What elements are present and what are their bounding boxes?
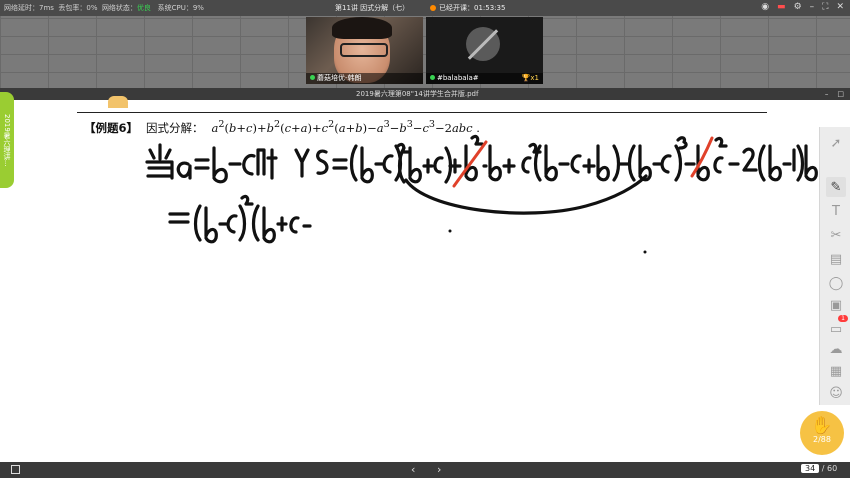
text-icon[interactable]: T bbox=[826, 201, 846, 221]
hand-icon: ✋ bbox=[811, 416, 833, 436]
image-icon[interactable]: ▣ bbox=[826, 295, 846, 315]
pen-icon[interactable]: ✎ bbox=[826, 177, 846, 197]
scissors-icon[interactable]: ✂ bbox=[826, 225, 846, 245]
prev-page-icon[interactable]: ‹ bbox=[411, 463, 415, 476]
raise-hand-button[interactable]: ✋ 2/88 bbox=[800, 411, 844, 455]
shape-icon[interactable]: ◯ bbox=[826, 273, 846, 293]
right-toolbar: ➚ ✎ T ✂ ▤ ◯ ▣ ▭ 1 ☁ ▦ ☺ bbox=[819, 127, 850, 405]
cloud-icon[interactable]: ☁ bbox=[826, 339, 846, 359]
handwriting-canvas bbox=[145, 134, 818, 254]
current-page-input[interactable]: 34 bbox=[801, 464, 820, 473]
next-page-icon[interactable]: › bbox=[437, 463, 441, 476]
total-pages: / 60 bbox=[821, 464, 838, 473]
chat-badge: 1 bbox=[838, 315, 848, 322]
pointer-icon[interactable]: ➚ bbox=[826, 133, 846, 153]
users-icon[interactable]: ☺ bbox=[826, 383, 846, 403]
delete-icon[interactable]: ▤ bbox=[826, 249, 846, 269]
toolbox-icon[interactable]: ▦ bbox=[826, 361, 846, 381]
chat-icon[interactable]: ▭ 1 bbox=[826, 315, 848, 339]
hand-count: 2/88 bbox=[813, 435, 831, 444]
bottom-bar: ‹ › 34 / 60 bbox=[0, 462, 850, 478]
fullscreen-icon[interactable] bbox=[11, 465, 20, 474]
page-indicator: 34 / 60 bbox=[801, 464, 837, 473]
